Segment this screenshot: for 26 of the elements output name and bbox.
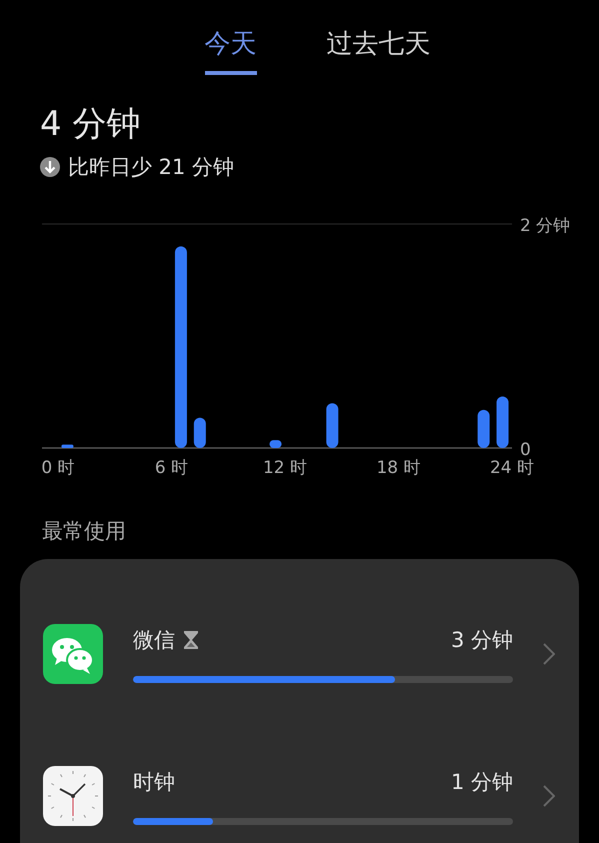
bar [478,410,490,448]
y-axis-label: 2 分钟 [520,216,570,236]
bar [270,440,282,448]
bar [326,403,338,448]
clock-icon [43,766,103,826]
app-name: 时钟 [133,768,175,796]
chat-bubbles-icon [43,624,103,684]
usage-time: 3 分钟 [450,626,513,654]
x-axis-label: 18 时 [376,458,421,478]
x-axis-label: 12 时 [262,458,308,478]
bar [496,396,509,448]
total-usage-time: 4 分钟 [40,103,140,146]
x-axis-label: 6 时 [154,458,188,478]
chevron-right-icon[interactable] [543,643,555,665]
bar [61,444,74,448]
x-axis-label: 0 时 [41,458,75,478]
section-title: 最常使用 [42,518,126,545]
chevron-right-icon[interactable] [543,785,555,807]
comparison-text: 比昨日少 21 分钟 [68,154,234,181]
app-name: 微信 [133,626,175,654]
tab[interactable]: 今天 [204,26,256,75]
y-axis-label: 0 [520,440,531,460]
bar [194,418,206,448]
usage-time: 1 分钟 [450,768,513,796]
tab[interactable]: 过去七天 [326,26,430,75]
x-axis-label: 24 时 [490,458,534,478]
